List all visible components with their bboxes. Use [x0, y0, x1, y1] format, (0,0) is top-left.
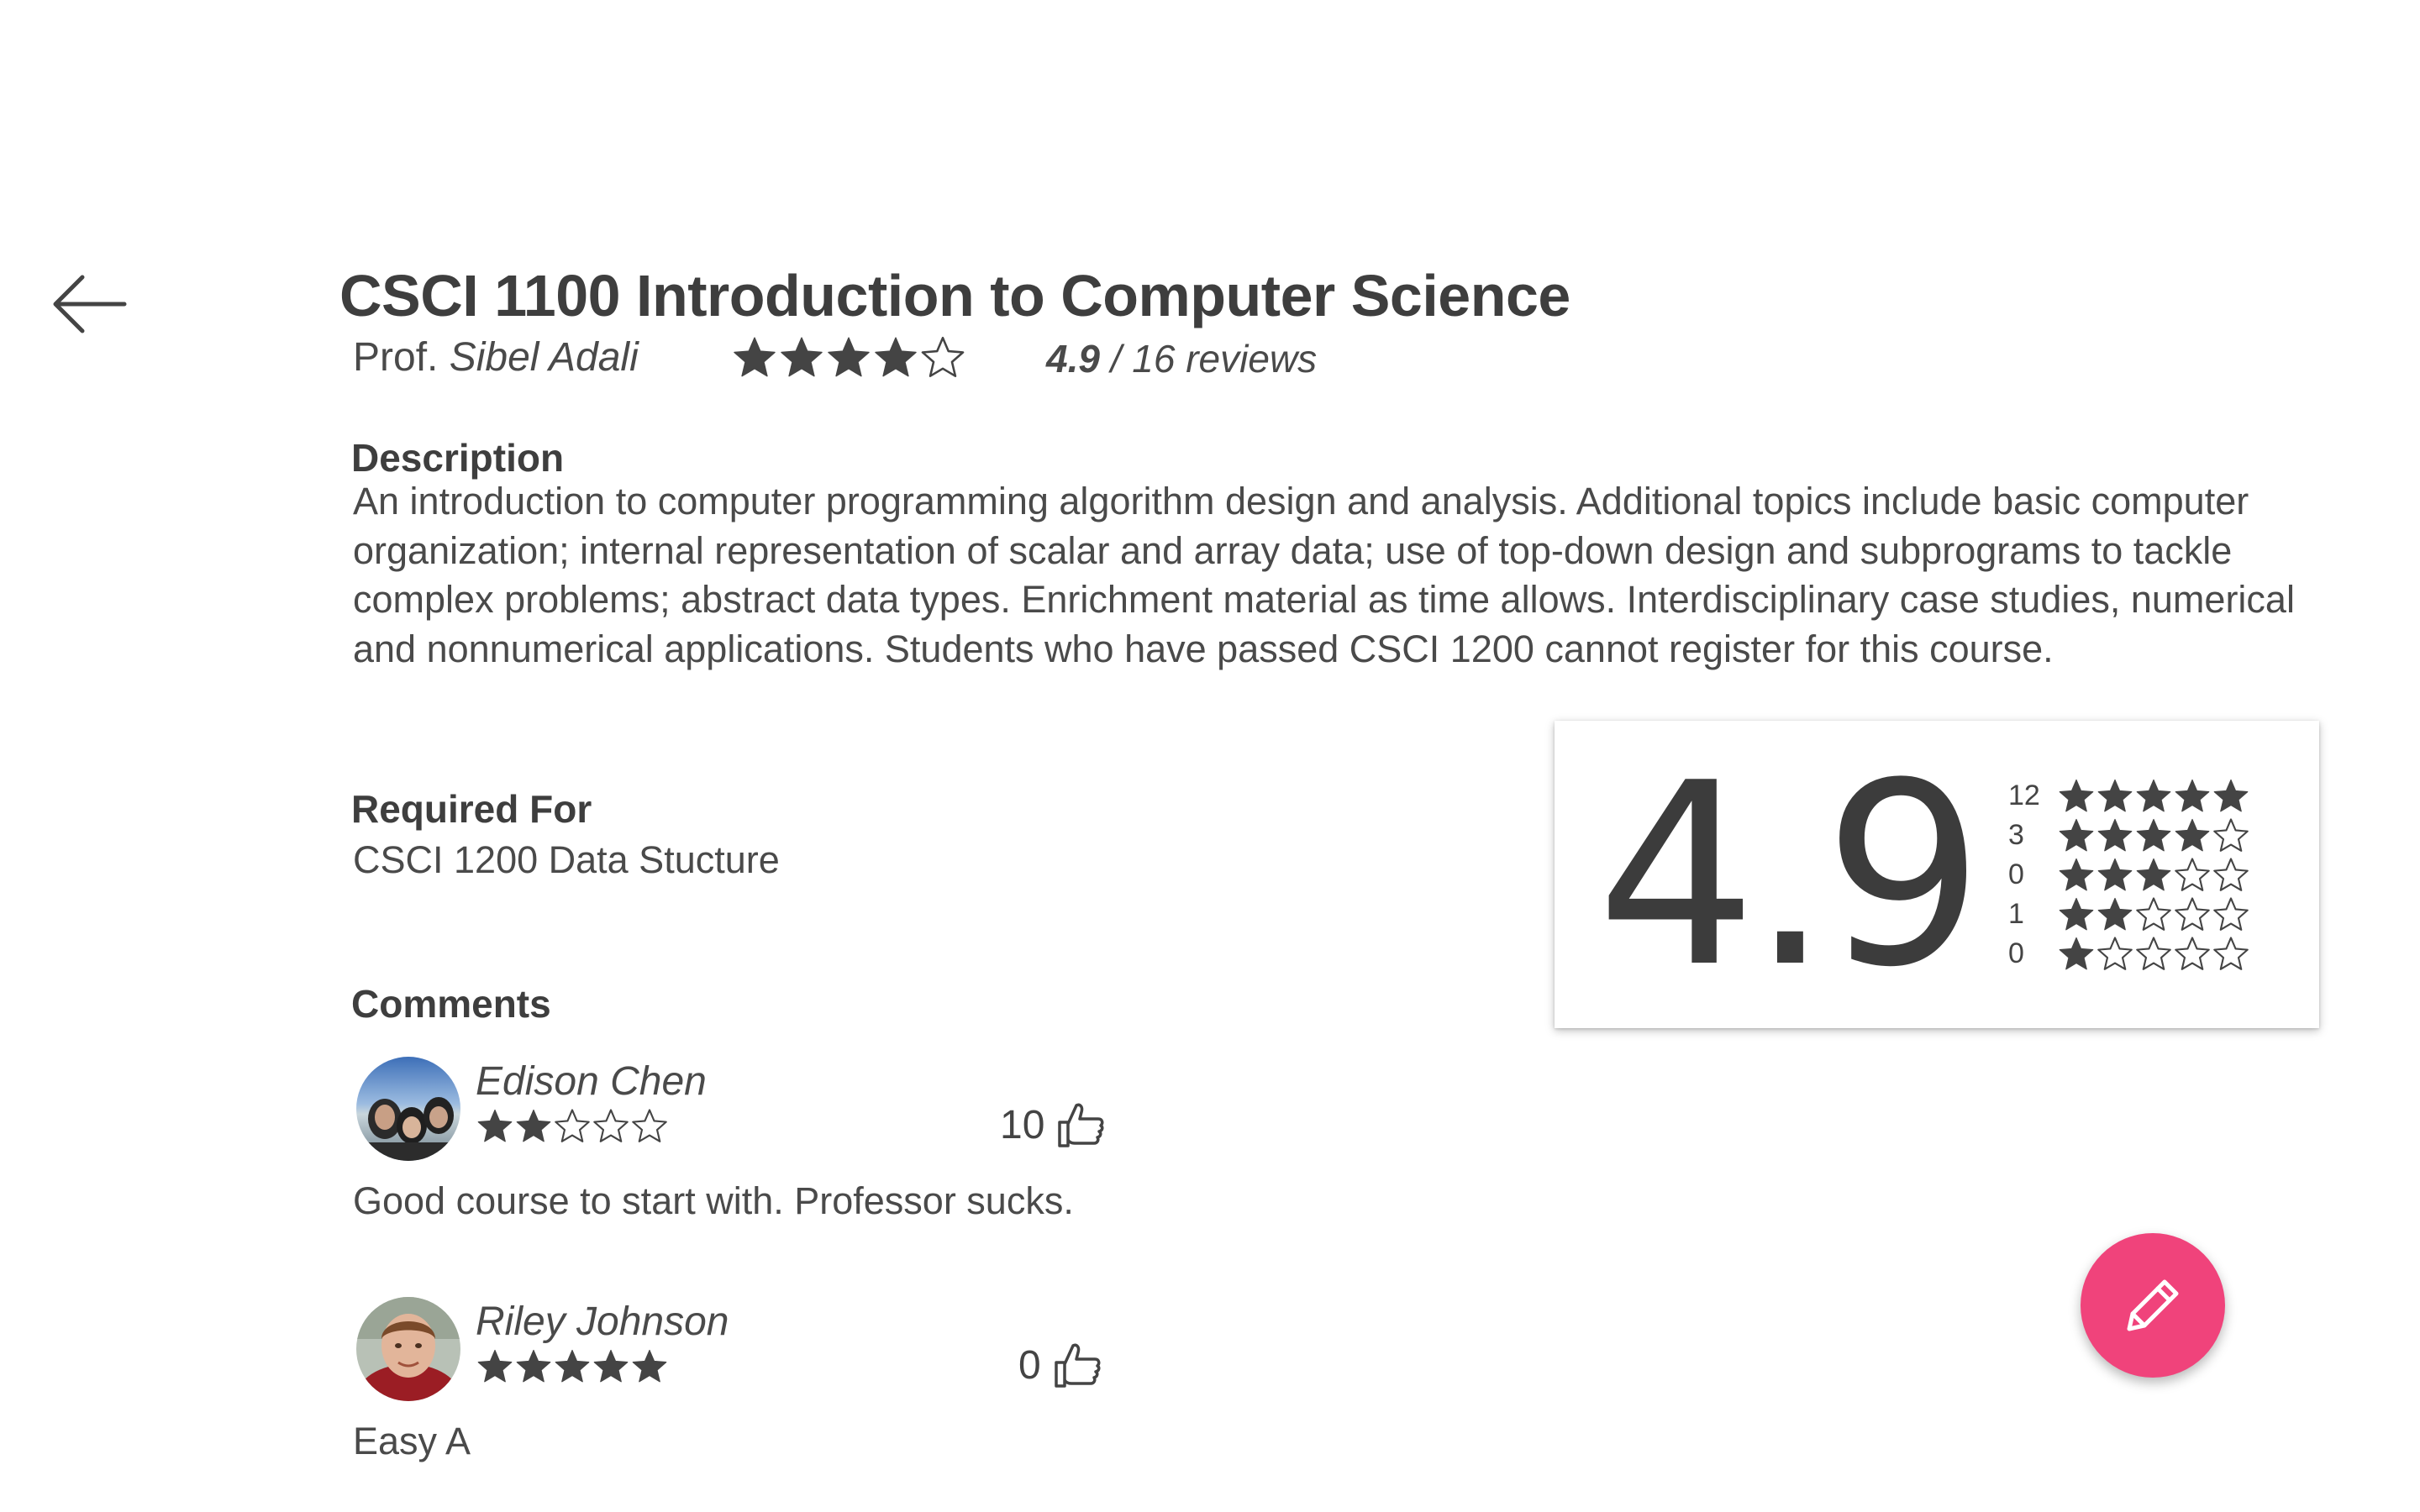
distribution-stars [2057, 895, 2250, 934]
star-empty-icon [2136, 896, 2171, 931]
star-filled-icon [2213, 779, 2249, 811]
star-empty-icon [2213, 857, 2249, 891]
distribution-count: 0 [2008, 937, 2024, 969]
star-filled-icon [477, 1109, 513, 1142]
rating-summary: 4.9 / 16 reviews [1046, 336, 1317, 381]
distribution-count: 3 [2008, 819, 2024, 851]
like-count: 0 [1018, 1342, 1041, 1388]
star-filled-icon [2097, 897, 2133, 930]
distribution-row-5: 12 [2008, 776, 2277, 816]
star-empty-icon [632, 1109, 667, 1142]
rating-distribution: 12 3 0 1 0 [2008, 776, 2277, 974]
star-filled-icon [2175, 818, 2210, 851]
distribution-count: 0 [2008, 858, 2024, 890]
distribution-stars [2057, 856, 2250, 895]
comment-text: Easy A [353, 1420, 471, 1462]
star-filled-icon [477, 1349, 513, 1383]
star-filled-icon [2136, 779, 2171, 811]
commenter-name: Edison Chen [476, 1059, 707, 1104]
required-for-course[interactable]: CSCI 1200 Data Stucture [353, 838, 780, 882]
course-title: CSCI 1100 Introduction to Computer Scien… [339, 263, 1570, 328]
star-filled-icon [2175, 779, 2210, 811]
like-button[interactable]: 10 [1000, 1100, 1105, 1149]
write-review-button[interactable] [2081, 1233, 2225, 1378]
star-filled-icon [2097, 779, 2133, 811]
distribution-row-1: 0 [2008, 934, 2277, 974]
star-filled-icon [2097, 858, 2133, 890]
star-filled-icon [555, 1349, 590, 1383]
star-empty-icon [2136, 936, 2171, 970]
like-button[interactable]: 0 [1018, 1341, 1102, 1389]
star-empty-icon [921, 336, 965, 377]
comment-star-rating [476, 1107, 669, 1146]
star-filled-icon [2097, 818, 2133, 851]
avatar[interactable] [356, 1057, 460, 1161]
star-empty-icon [2175, 936, 2210, 970]
distribution-stars [2057, 935, 2250, 974]
star-filled-icon [781, 337, 823, 377]
description-text: An introduction to computer programming … [353, 480, 2295, 670]
distribution-count: 1 [2008, 898, 2024, 930]
star-empty-icon [2213, 896, 2249, 931]
star-filled-icon [2059, 937, 2094, 969]
pencil-icon [2127, 1279, 2179, 1331]
comment-star-rating [476, 1347, 669, 1386]
star-filled-icon [516, 1109, 551, 1142]
distribution-count: 12 [2008, 780, 2040, 811]
star-filled-icon [875, 337, 917, 377]
star-filled-icon [828, 337, 870, 377]
thumbs-up-icon [1054, 1343, 1101, 1388]
course-star-rating [731, 334, 966, 381]
star-empty-icon [2213, 936, 2249, 970]
commenter-name: Riley Johnson [476, 1299, 729, 1344]
star-empty-icon [2175, 896, 2210, 931]
star-filled-icon [632, 1349, 667, 1383]
star-empty-icon [2175, 857, 2210, 891]
star-filled-icon [2136, 818, 2171, 851]
star-filled-icon [2059, 858, 2094, 890]
professor: Prof. Sibel Adali [353, 334, 639, 381]
comment-text: Good course to start with. Professor suc… [353, 1179, 1074, 1222]
star-filled-icon [516, 1349, 551, 1383]
like-count: 10 [1000, 1102, 1045, 1147]
star-filled-icon [734, 337, 776, 377]
star-filled-icon [593, 1349, 629, 1383]
distribution-row-3: 0 [2008, 855, 2277, 895]
star-empty-icon [593, 1109, 629, 1142]
distribution-row-4: 3 [2008, 816, 2277, 855]
distribution-stars [2057, 816, 2250, 855]
star-empty-icon [2097, 936, 2133, 970]
professor-prefix: Prof. [353, 335, 439, 380]
average-rating: 4.9 [1597, 729, 1984, 1022]
star-empty-icon [2213, 817, 2249, 852]
star-filled-icon [2059, 779, 2094, 811]
arrow-left-icon [53, 275, 127, 333]
star-filled-icon [2136, 858, 2171, 890]
distribution-stars [2057, 777, 2250, 816]
rating-value: 4.9 [1046, 337, 1100, 381]
thumbs-up-icon [1058, 1103, 1104, 1147]
star-filled-icon [2059, 897, 2094, 930]
description-heading: Description [351, 436, 565, 480]
review-count: / 16 reviews [1110, 337, 1318, 381]
star-filled-icon [2059, 818, 2094, 851]
required-for-heading: Required For [351, 787, 592, 831]
comments-heading: Comments [351, 982, 551, 1026]
rating-card: 4.9 12 3 0 1 0 [1555, 721, 2319, 1028]
back-button[interactable] [49, 270, 129, 338]
distribution-row-2: 1 [2008, 895, 2277, 934]
professor-name: Sibel Adali [449, 335, 639, 380]
star-empty-icon [555, 1109, 590, 1142]
avatar[interactable] [356, 1297, 460, 1401]
